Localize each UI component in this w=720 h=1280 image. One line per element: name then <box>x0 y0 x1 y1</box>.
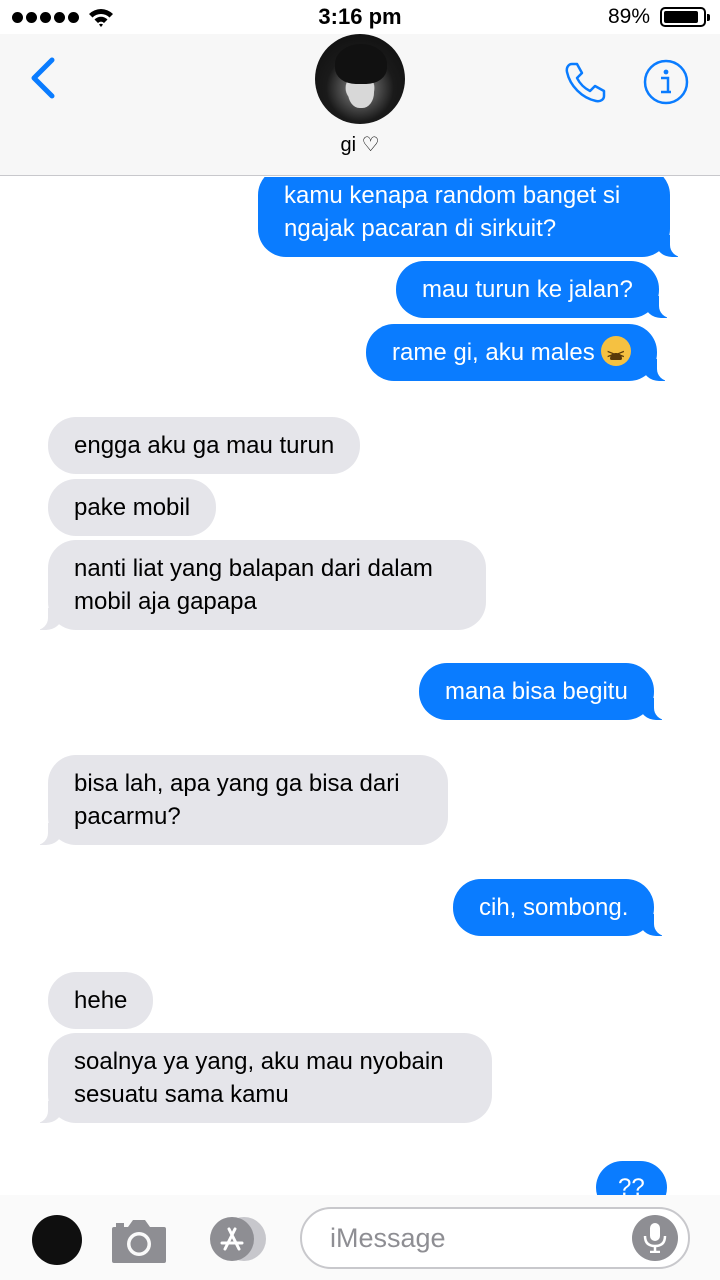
message-thread[interactable]: kamu kenapa random banget si ngajak paca… <box>0 177 720 1195</box>
camera-icon[interactable] <box>110 1215 168 1265</box>
back-chevron-icon[interactable] <box>26 54 60 102</box>
message-input-placeholder: iMessage <box>330 1223 446 1253</box>
status-bar: 3:16 pm 89% <box>0 0 720 34</box>
message-bubble-sent[interactable]: cih, sombong. <box>453 879 677 936</box>
phone-icon[interactable] <box>562 58 610 106</box>
message-bubble-received[interactable]: bisa lah, apa yang ga bisa dari pacarmu? <box>26 755 448 845</box>
tired-face-emoji <box>600 336 631 371</box>
battery-icon <box>660 7 710 27</box>
contact-avatar[interactable] <box>315 34 405 124</box>
message-bubble-sent[interactable]: kamu kenapa random banget si ngajak paca… <box>258 177 692 257</box>
message-bubble-sent[interactable]: mau turun ke jalan? <box>396 261 681 318</box>
message-input[interactable]: iMessage <box>300 1207 690 1269</box>
info-icon[interactable] <box>642 58 690 106</box>
compose-bar: iMessage <box>0 1195 720 1280</box>
contact-name[interactable]: gi ♡ <box>0 132 720 157</box>
message-bubble-sent[interactable]: rame gi, aku males <box>366 324 679 381</box>
microphone-icon[interactable] <box>632 1215 678 1261</box>
message-bubble-received[interactable]: soalnya ya yang, aku mau nyobain sesuatu… <box>26 1033 492 1123</box>
digital-touch-icon[interactable] <box>32 1215 82 1265</box>
message-bubble-sent[interactable]: ?? <box>596 1161 667 1195</box>
battery-percentage: 89% <box>607 5 650 28</box>
battery-level-fill <box>664 11 698 23</box>
message-bubble-received[interactable]: hehe <box>48 972 154 1029</box>
message-bubble-received[interactable]: nanti liat yang balapan dari dalam mobil… <box>26 540 486 630</box>
message-bubble-sent[interactable]: mana bisa begitu <box>419 663 676 720</box>
message-bubble-received[interactable]: pake mobil <box>48 479 217 536</box>
message-bubble-received[interactable]: engga aku ga mau turun <box>48 417 361 474</box>
conversation-header: gi ♡ <box>0 34 720 176</box>
app-store-icon[interactable] <box>204 1215 270 1263</box>
